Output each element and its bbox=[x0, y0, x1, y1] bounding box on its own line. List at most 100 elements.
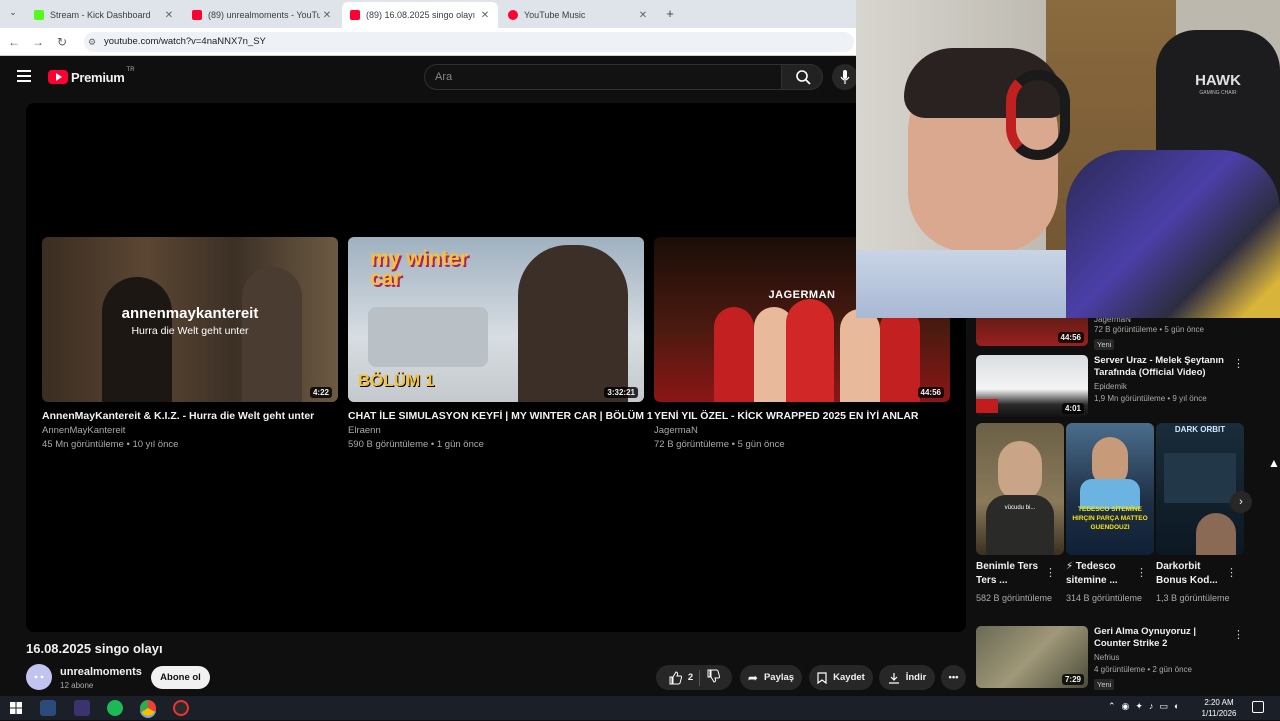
like-button[interactable]: 2 bbox=[668, 670, 694, 685]
shorts-next-icon[interactable]: › bbox=[1230, 491, 1252, 513]
short-thumbnail[interactable]: vücudu bi... bbox=[976, 423, 1064, 555]
video-title[interactable]: Geri Alma Oynuyoruz | Counter Strike 2 bbox=[1094, 626, 1224, 650]
short-views: 1,3 B görüntüleme bbox=[1156, 593, 1230, 603]
endscreen-card[interactable]: annenmaykantereit Hurra die Welt geht un… bbox=[42, 237, 338, 450]
channel-name[interactable]: AnnenMayKantereit bbox=[42, 425, 338, 436]
url-text: youtube.com/watch?v=4naNNX7n_SY bbox=[104, 36, 266, 47]
back-icon[interactable]: ← bbox=[6, 34, 22, 50]
endscreen-card[interactable]: my winter car BÖLÜM 1 3:32:21 CHAT İLE S… bbox=[348, 237, 653, 450]
windows-start-icon[interactable] bbox=[8, 700, 24, 716]
short-thumbnail[interactable]: DARK ORBIT bbox=[1156, 423, 1244, 555]
youtube-music-icon bbox=[508, 10, 518, 20]
youtube-icon bbox=[350, 10, 360, 20]
channel-avatar[interactable] bbox=[26, 664, 52, 690]
video-meta: 72 B görüntüleme • 5 gün önce bbox=[654, 439, 785, 450]
thumbs-down-icon bbox=[707, 669, 721, 683]
short-views: 582 B görüntüleme bbox=[976, 593, 1053, 603]
dislike-button[interactable] bbox=[706, 669, 721, 686]
app-icon[interactable] bbox=[74, 700, 90, 716]
forward-icon[interactable]: → bbox=[30, 34, 46, 50]
tab-youtube-music[interactable]: YouTube Music ✕ bbox=[500, 2, 656, 28]
close-tab-icon[interactable]: ✕ bbox=[478, 10, 492, 21]
save-button[interactable]: Kaydet bbox=[809, 665, 873, 690]
video-thumbnail[interactable]: 7:29 bbox=[976, 626, 1088, 688]
share-button[interactable]: ➦ Paylaş bbox=[740, 665, 802, 690]
youtube-premium-logo[interactable]: Premium TR bbox=[48, 67, 135, 85]
voice-search-button[interactable] bbox=[832, 64, 858, 90]
shirt bbox=[1066, 150, 1280, 318]
close-tab-icon[interactable]: ✕ bbox=[162, 10, 176, 21]
taskbar-clock[interactable]: 2:20 AM 1/11/2026 bbox=[1196, 697, 1242, 719]
more-vertical-icon[interactable]: ⋮ bbox=[1233, 357, 1244, 370]
search-input[interactable]: Ara bbox=[424, 64, 782, 90]
save-label: Kaydet bbox=[833, 672, 865, 683]
video-title[interactable]: Server Uraz - Melek Şeytanın Tarafında (… bbox=[1094, 355, 1224, 379]
related-video-item[interactable]: 7:29 Geri Alma Oynuyoruz | Counter Strik… bbox=[976, 626, 1256, 690]
duration-badge: 3:32:21 bbox=[604, 387, 638, 398]
more-vertical-icon[interactable]: ⋮ bbox=[1233, 628, 1244, 641]
chair-logo-subtext: GAMING CHAIR bbox=[1199, 90, 1237, 96]
youtube-masthead: Premium TR Ara bbox=[0, 57, 858, 97]
new-badge: Yeni bbox=[1094, 339, 1115, 350]
obs-icon[interactable] bbox=[173, 700, 189, 716]
channel-name[interactable]: Nefrius bbox=[1094, 653, 1224, 662]
video-title[interactable]: CHAT İLE SIMULASYON KEYFİ | MY WINTER CA… bbox=[348, 410, 653, 422]
like-count: 2 bbox=[687, 672, 694, 683]
short-caption: DARK ORBIT bbox=[1174, 425, 1226, 434]
tab-label: YouTube Music bbox=[524, 10, 586, 20]
short-thumbnail[interactable]: TEDESCO SİTEMİNE HIRÇIN PARÇA MATTEO GUE… bbox=[1066, 423, 1154, 555]
close-tab-icon[interactable]: ✕ bbox=[636, 10, 650, 21]
notification-icon[interactable] bbox=[1252, 701, 1264, 713]
youtube-icon bbox=[192, 10, 202, 20]
chrome-icon[interactable] bbox=[140, 700, 156, 716]
channel-name[interactable]: Epidemik bbox=[1094, 382, 1224, 391]
tab-current-video[interactable]: (89) 16.08.2025 singo olayı - Yo ✕ bbox=[342, 2, 498, 28]
video-thumbnail[interactable]: annenmaykantereit Hurra die Welt geht un… bbox=[42, 237, 338, 402]
download-button[interactable]: İndir bbox=[879, 665, 935, 690]
video-thumbnail[interactable]: my winter car BÖLÜM 1 3:32:21 bbox=[348, 237, 644, 402]
short-title[interactable]: Darkorbit Bonus Kod... bbox=[1156, 560, 1228, 588]
tab-kick-dashboard[interactable]: Stream - Kick Dashboard ✕ bbox=[26, 2, 182, 28]
system-tray-icons[interactable]: ⌃◉✦♪▭◐ bbox=[1108, 701, 1185, 712]
subscribe-button[interactable]: Abone ol bbox=[151, 666, 210, 689]
more-vertical-icon[interactable]: ⋮ bbox=[1045, 566, 1056, 579]
video-title[interactable]: YENİ YIL ÖZEL - KİCK WRAPPED 2025 EN İYİ… bbox=[654, 410, 950, 422]
address-bar[interactable]: ⚙ youtube.com/watch?v=4naNNX7n_SY bbox=[84, 32, 854, 52]
menu-icon[interactable] bbox=[17, 70, 31, 82]
video-meta: 590 B görüntüleme • 1 gün önce bbox=[348, 439, 484, 450]
clock-time: 2:20 AM bbox=[1204, 698, 1234, 707]
new-tab-icon[interactable]: + bbox=[662, 6, 678, 22]
avatar-face-icon bbox=[34, 675, 44, 679]
more-actions-button[interactable]: ••• bbox=[941, 665, 966, 690]
site-info-icon[interactable]: ⚙ bbox=[88, 32, 96, 52]
tab-list-icon[interactable]: ⌄ bbox=[6, 7, 20, 21]
video-title[interactable]: AnnenMayKantereit & K.I.Z. - Hurra die W… bbox=[42, 410, 338, 422]
search-placeholder: Ara bbox=[435, 71, 453, 83]
kick-icon bbox=[34, 10, 44, 20]
country-code: TR bbox=[126, 67, 135, 73]
related-video-item[interactable]: 4:01 Server Uraz - Melek Şeytanın Tarafı… bbox=[976, 355, 1256, 417]
short-caption: TEDESCO SİTEMİNE HIRÇIN PARÇA MATTEO GUE… bbox=[1072, 506, 1148, 531]
close-tab-icon[interactable]: ✕ bbox=[320, 10, 334, 21]
more-vertical-icon[interactable]: ⋮ bbox=[1136, 566, 1147, 579]
spotify-icon[interactable] bbox=[107, 700, 123, 716]
duration-badge: 4:22 bbox=[309, 387, 332, 398]
tab-label: (89) unrealmoments - YouTube bbox=[208, 10, 320, 20]
clock-date: 1/11/2026 bbox=[1201, 709, 1237, 718]
channel-name[interactable]: unrealmoments bbox=[60, 666, 142, 678]
channel-name[interactable]: Elraenn bbox=[348, 425, 644, 436]
video-thumbnail[interactable]: 4:01 bbox=[976, 355, 1088, 417]
more-vertical-icon[interactable]: ⋮ bbox=[1226, 566, 1237, 579]
search-button[interactable] bbox=[781, 64, 823, 90]
reload-icon[interactable]: ↻ bbox=[54, 34, 70, 50]
video-meta: 45 Mn görüntüleme • 10 yıl önce bbox=[42, 439, 179, 450]
microphone-icon bbox=[840, 70, 850, 84]
short-caption: vücudu bi... bbox=[1004, 505, 1036, 511]
chair-logo-text: HAWK bbox=[1195, 72, 1241, 89]
subscriber-count: 12 abone bbox=[60, 681, 94, 690]
tab-unrealmoments[interactable]: (89) unrealmoments - YouTube ✕ bbox=[184, 2, 340, 28]
short-title[interactable]: ⚡ Tedesco sitemine ... bbox=[1066, 560, 1138, 588]
app-icon[interactable] bbox=[40, 700, 56, 716]
short-title[interactable]: Benimle Ters Ters ... bbox=[976, 560, 1048, 588]
channel-name[interactable]: JagermaN bbox=[654, 425, 950, 436]
